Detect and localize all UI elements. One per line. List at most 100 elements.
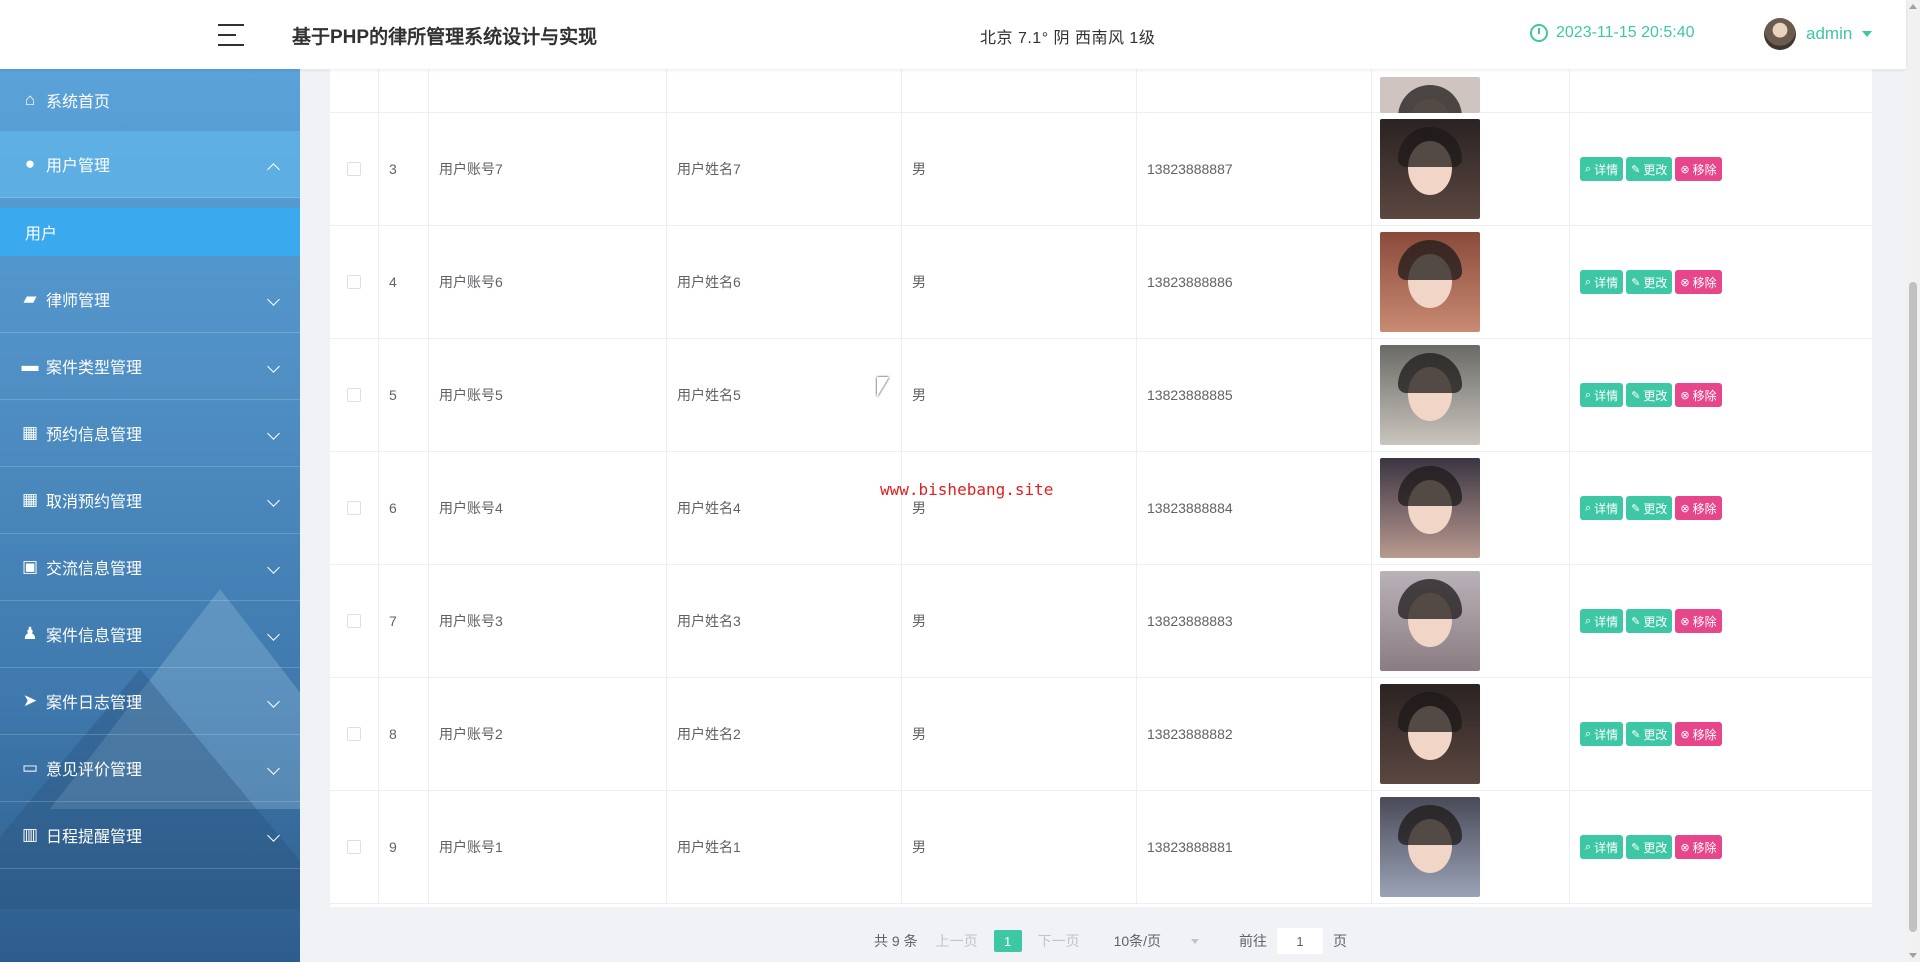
delete-button[interactable]: ⊗ 移除 bbox=[1675, 383, 1722, 407]
sidebar-item-schedule[interactable]: ▥ 日程提醒管理 bbox=[0, 802, 300, 869]
user-photo[interactable] bbox=[1380, 571, 1480, 671]
edit-button[interactable]: ✎ 更改 bbox=[1626, 496, 1673, 520]
pencil-icon: ✎ bbox=[1631, 502, 1641, 515]
row-index: 7 bbox=[379, 565, 429, 677]
scroll-up-icon[interactable] bbox=[1909, 4, 1917, 9]
goto-prefix: 前往 bbox=[1239, 933, 1268, 949]
row-checkbox[interactable] bbox=[347, 614, 361, 628]
sidebar: ⌂ 系统首页 ● 用户管理 用户 ▰ 律师管理 ▬ 案件类型管理 ▦ 预约信息管… bbox=[0, 69, 300, 962]
next-page-button[interactable]: 下一页 bbox=[1038, 931, 1080, 951]
goto-page-input[interactable] bbox=[1277, 928, 1324, 954]
user-photo[interactable] bbox=[1380, 458, 1480, 558]
delete-button[interactable]: ⊗ 移除 bbox=[1675, 270, 1722, 294]
delete-button[interactable]: ⊗ 移除 bbox=[1675, 609, 1722, 633]
edit-label: 更改 bbox=[1643, 162, 1668, 177]
sidebar-subitem-user[interactable]: 用户 bbox=[0, 208, 300, 256]
sidebar-item-lawyer[interactable]: ▰ 律师管理 bbox=[0, 266, 300, 333]
user-table: 3 用户账号7 用户姓名7 男 13823888887 ⌕ 详情 ✎ 更改 ⊗ 移除 … bbox=[330, 69, 1872, 907]
close-circle-icon: ⊗ bbox=[1680, 502, 1690, 515]
page-number-button[interactable]: 1 bbox=[993, 930, 1022, 952]
edit-button[interactable]: ✎ 更改 bbox=[1626, 722, 1673, 746]
delete-label: 移除 bbox=[1692, 388, 1717, 403]
row-sex: 男 bbox=[902, 791, 1137, 903]
row-checkbox[interactable] bbox=[347, 727, 361, 741]
scroll-down-icon[interactable] bbox=[1909, 953, 1917, 958]
avatar[interactable] bbox=[1764, 18, 1796, 50]
row-sex: 男 bbox=[902, 565, 1137, 677]
delete-label: 移除 bbox=[1692, 162, 1717, 177]
delete-button[interactable]: ⊗ 移除 bbox=[1675, 157, 1722, 181]
chevron-down-icon bbox=[267, 762, 280, 775]
row-name: 用户姓名5 bbox=[667, 339, 902, 451]
table-row: 5 用户账号5 用户姓名5 男 13823888885 ⌕ 详情 ✎ 更改 ⊗ 移除 bbox=[330, 339, 1872, 452]
sidebar-item-label: 用户管理 bbox=[46, 158, 111, 175]
detail-button[interactable]: ⌕ 详情 bbox=[1580, 383, 1624, 407]
edit-button[interactable]: ✎ 更改 bbox=[1626, 609, 1673, 633]
user-name[interactable]: admin bbox=[1806, 24, 1852, 44]
sidebar-item-case-info[interactable]: ♟ 案件信息管理 bbox=[0, 601, 300, 668]
edit-button[interactable]: ✎ 更改 bbox=[1626, 835, 1673, 859]
detail-button[interactable]: ⌕ 详情 bbox=[1580, 157, 1624, 181]
detail-button[interactable]: ⌕ 详情 bbox=[1580, 609, 1624, 633]
row-checkbox[interactable] bbox=[347, 840, 361, 854]
search-icon: ⌕ bbox=[1585, 388, 1592, 401]
edit-button[interactable]: ✎ 更改 bbox=[1626, 383, 1673, 407]
row-checkbox[interactable] bbox=[347, 501, 361, 515]
delete-button[interactable]: ⊗ 移除 bbox=[1675, 496, 1722, 520]
delete-label: 移除 bbox=[1692, 727, 1717, 742]
delete-button[interactable]: ⊗ 移除 bbox=[1675, 722, 1722, 746]
monitor-icon: ▭ bbox=[21, 758, 39, 777]
sidebar-item-feedback[interactable]: ▭ 意见评价管理 bbox=[0, 735, 300, 802]
pencil-icon: ✎ bbox=[1631, 163, 1641, 176]
chevron-up-icon bbox=[267, 163, 280, 176]
detail-label: 详情 bbox=[1594, 275, 1619, 290]
case-icon: ▣ bbox=[21, 557, 39, 576]
detail-button[interactable]: ⌕ 详情 bbox=[1580, 270, 1624, 294]
row-index: 8 bbox=[379, 678, 429, 790]
row-checkbox[interactable] bbox=[347, 388, 361, 402]
detail-button[interactable]: ⌕ 详情 bbox=[1580, 835, 1624, 859]
search-icon: ⌕ bbox=[1585, 501, 1592, 514]
sidebar-item-home[interactable]: ⌂ 系统首页 bbox=[0, 69, 300, 131]
menu-toggle-icon[interactable] bbox=[218, 22, 246, 48]
pagination-total: 共 9 条 bbox=[874, 933, 918, 949]
chevron-down-icon bbox=[267, 695, 280, 708]
row-account: 用户账号1 bbox=[429, 791, 667, 903]
sidebar-item-case-log[interactable]: ➤ 案件日志管理 bbox=[0, 668, 300, 735]
user-photo[interactable] bbox=[1380, 797, 1480, 897]
sidebar-item-cancel-booking[interactable]: ▦ 取消预约管理 bbox=[0, 467, 300, 534]
page-jumper: 前往 页 bbox=[1239, 928, 1347, 954]
chevron-down-icon bbox=[1191, 938, 1200, 944]
table-row: 3 用户账号7 用户姓名7 男 13823888887 ⌕ 详情 ✎ 更改 ⊗ 移除 bbox=[330, 113, 1872, 226]
sidebar-item-exchange[interactable]: ▣ 交流信息管理 bbox=[0, 534, 300, 601]
user-photo[interactable] bbox=[1380, 684, 1480, 784]
book-icon: ▥ bbox=[21, 825, 39, 844]
user-photo[interactable] bbox=[1380, 232, 1480, 332]
prev-page-button[interactable]: 上一页 bbox=[936, 931, 978, 951]
user-photo[interactable] bbox=[1380, 345, 1480, 445]
scrollbar-thumb[interactable] bbox=[1909, 282, 1917, 932]
user-photo[interactable] bbox=[1380, 119, 1480, 219]
delete-label: 移除 bbox=[1692, 614, 1717, 629]
sidebar-item-user-manage[interactable]: ● 用户管理 bbox=[0, 131, 300, 198]
row-name: 用户姓名2 bbox=[667, 678, 902, 790]
edit-button[interactable]: ✎ 更改 bbox=[1626, 157, 1673, 181]
sidebar-item-label: 日程提醒管理 bbox=[46, 829, 143, 846]
row-checkbox[interactable] bbox=[347, 162, 361, 176]
row-account: 用户账号4 bbox=[429, 452, 667, 564]
detail-button[interactable]: ⌕ 详情 bbox=[1580, 722, 1624, 746]
detail-label: 详情 bbox=[1594, 840, 1619, 855]
pencil-icon: ✎ bbox=[1631, 389, 1641, 402]
chevron-down-icon bbox=[267, 494, 280, 507]
page-size-select[interactable]: 10条/页 bbox=[1114, 931, 1200, 951]
user-menu[interactable]: admin bbox=[1764, 18, 1873, 50]
caret-down-icon[interactable] bbox=[1862, 31, 1873, 37]
delete-button[interactable]: ⊗ 移除 bbox=[1675, 835, 1722, 859]
edit-button[interactable]: ✎ 更改 bbox=[1626, 270, 1673, 294]
scrollbar[interactable] bbox=[1906, 0, 1920, 962]
sidebar-item-label: 交流信息管理 bbox=[46, 561, 143, 578]
sidebar-item-case-type[interactable]: ▬ 案件类型管理 bbox=[0, 333, 300, 400]
sidebar-item-booking[interactable]: ▦ 预约信息管理 bbox=[0, 400, 300, 467]
row-checkbox[interactable] bbox=[347, 275, 361, 289]
detail-button[interactable]: ⌕ 详情 bbox=[1580, 496, 1624, 520]
